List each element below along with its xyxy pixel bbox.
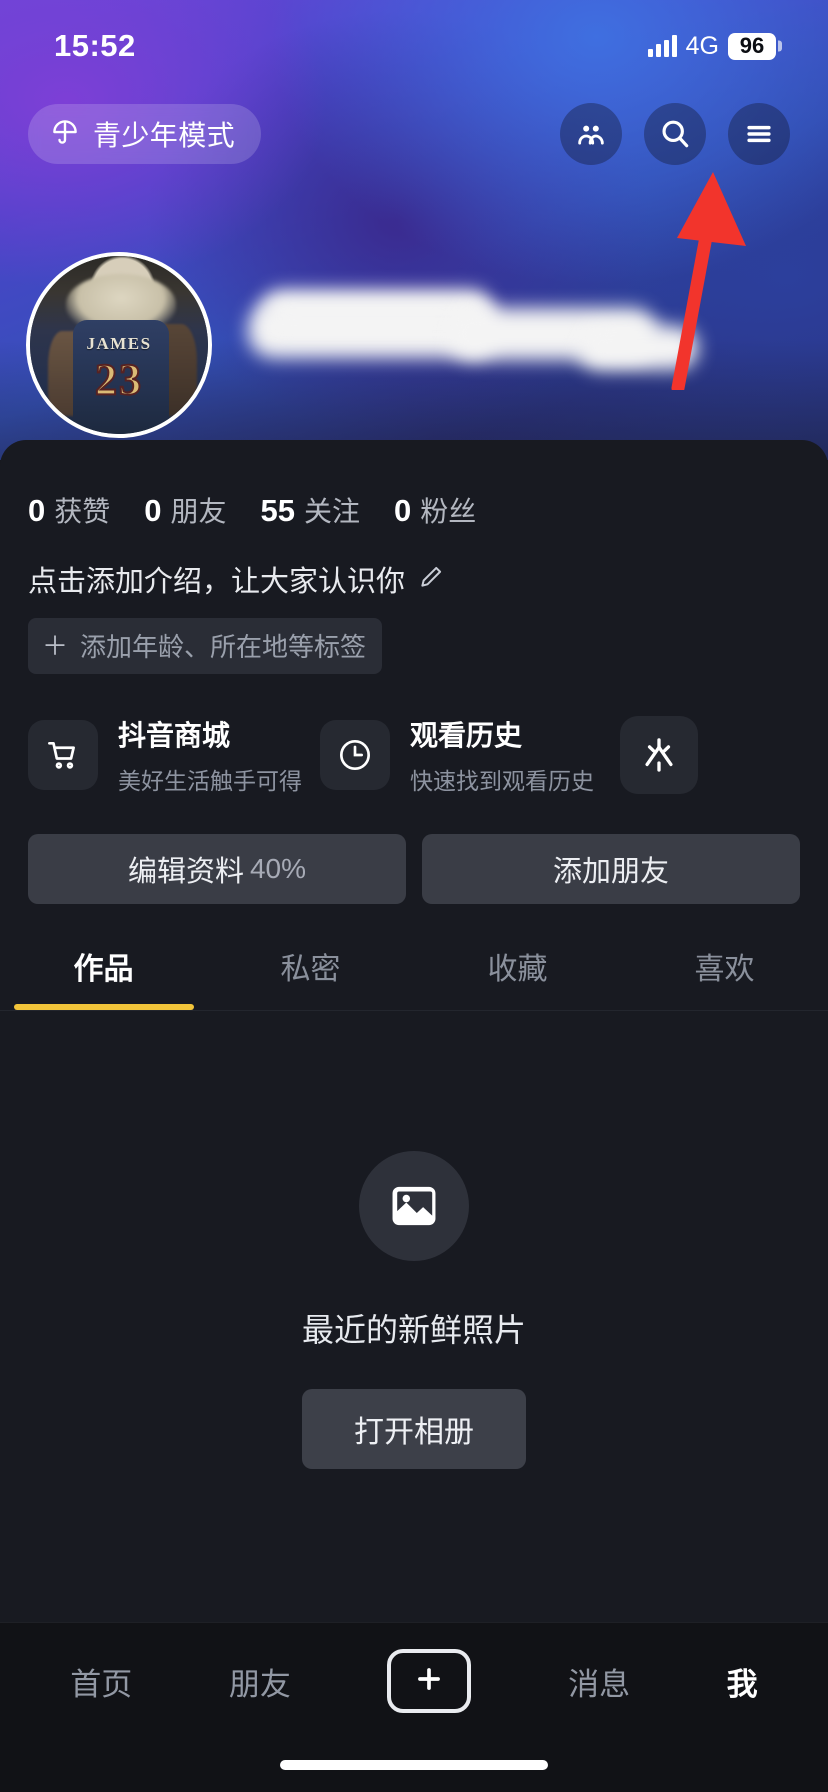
battery-icon: 96 (728, 32, 776, 60)
empty-state-title: 最近的新鲜照片 (301, 1312, 526, 1348)
nav-item-profile[interactable]: 我 (727, 1659, 758, 1704)
content-tabs: 作品 私密 收藏 喜欢 (0, 904, 828, 1011)
profile-action-buttons: 编辑资料 40% 添加朋友 (0, 796, 828, 904)
umbrella-icon (50, 117, 80, 152)
tab-works[interactable]: 作品 (0, 944, 207, 1010)
add-tags-label: 添加年龄、所在地等标签 (80, 632, 367, 662)
edit-profile-percent: 40% (249, 853, 307, 884)
stat-label: 关注 (304, 496, 361, 527)
shortcut-subtitle: 美好生活触手可得 (118, 768, 302, 794)
shortcut-card-texts: 观看历史 快速找到观看历史 (410, 714, 594, 796)
shortcut-title: 观看历史 (410, 720, 523, 751)
header-actions (560, 103, 790, 165)
pencil-icon[interactable] (417, 563, 445, 596)
add-friend-button[interactable]: 添加朋友 (422, 834, 800, 904)
teen-mode-button[interactable]: 青少年模式 (28, 104, 262, 164)
shortcut-title: 抖音商城 (118, 720, 231, 751)
stat-value: 55 (260, 493, 296, 528)
stat-value: 0 (144, 493, 162, 528)
stat-value: 0 (28, 493, 46, 528)
tab-label: 收藏 (487, 953, 548, 986)
tab-label: 私密 (280, 953, 341, 986)
stat-label: 粉丝 (420, 496, 477, 527)
empty-state: 最近的新鲜照片 打开相册 (0, 1011, 828, 1469)
nickname-redacted (248, 280, 698, 398)
douyin-spark-icon (620, 716, 698, 794)
tab-private[interactable]: 私密 (207, 944, 414, 1010)
menu-icon[interactable] (728, 103, 790, 165)
shortcut-card-partial[interactable] (620, 714, 698, 796)
edit-profile-label: 编辑资料 (127, 856, 244, 888)
friends-icon[interactable] (560, 103, 622, 165)
shortcut-subtitle: 快速找到观看历史 (410, 768, 594, 794)
signal-bars-icon (647, 35, 677, 57)
tab-label: 作品 (73, 953, 134, 986)
app-root: JAMES 23 15:52 4G 96 青少年模式 0 获赞 0 朋友 55 … (0, 0, 828, 1792)
add-tags-chip[interactable]: ＋ 添加年龄、所在地等标签 (28, 618, 383, 674)
nav-item-friends[interactable]: 朋友 (229, 1659, 291, 1704)
teen-mode-label: 青少年模式 (93, 120, 236, 151)
home-indicator[interactable] (280, 1760, 548, 1770)
tab-likes[interactable]: 喜欢 (621, 944, 828, 1010)
tab-label: 喜欢 (694, 953, 755, 986)
status-bar-indicators: 4G 96 (647, 31, 776, 61)
avatar-image: JAMES 23 (30, 256, 208, 434)
tab-favorites[interactable]: 收藏 (414, 944, 621, 1010)
tag-row: ＋ 添加年龄、所在地等标签 (0, 600, 828, 674)
shortcut-card-history[interactable]: 观看历史 快速找到观看历史 (320, 714, 594, 796)
plus-icon (412, 1662, 446, 1701)
bio-row[interactable]: 点击添加介绍，让大家认识你 (0, 530, 828, 600)
profile-stats-row: 0 获赞 0 朋友 55 关注 0 粉丝 (0, 440, 828, 530)
stat-likes[interactable]: 0 获赞 (28, 490, 110, 530)
nav-item-messages[interactable]: 消息 (568, 1659, 630, 1704)
network-type-label: 4G (685, 31, 719, 60)
stat-friends[interactable]: 0 朋友 (144, 490, 226, 530)
stat-label: 朋友 (170, 496, 227, 527)
shortcut-card-mall[interactable]: 抖音商城 美好生活触手可得 (28, 714, 302, 796)
status-bar-time: 15:52 (54, 28, 136, 63)
edit-profile-button[interactable]: 编辑资料 40% (28, 834, 406, 904)
avatar-jersey-name: JAMES (86, 334, 152, 354)
bottom-nav-items: 首页 朋友 消息 我 (0, 1623, 828, 1713)
bio-placeholder-text: 点击添加介绍，让大家认识你 (28, 566, 406, 598)
nav-item-home[interactable]: 首页 (70, 1659, 132, 1704)
stat-following[interactable]: 55 关注 (261, 490, 361, 530)
status-bar: 15:52 4G 96 (0, 0, 828, 92)
annotation-arrow-icon (630, 160, 770, 395)
avatar[interactable]: JAMES 23 (26, 252, 212, 438)
shortcut-cards-row: 抖音商城 美好生活触手可得 观看历史 快速找到观看历史 (0, 674, 828, 796)
search-icon[interactable] (644, 103, 706, 165)
nav-item-create[interactable] (387, 1649, 472, 1713)
avatar-jersey-number: 23 (94, 354, 143, 405)
add-friend-label: 添加朋友 (552, 856, 669, 888)
stat-followers[interactable]: 0 粉丝 (394, 490, 476, 530)
profile-content-sheet: 0 获赞 0 朋友 55 关注 0 粉丝 点击添加介绍，让大家认识你 ＋ 添加年… (0, 440, 828, 1792)
clock-icon (320, 720, 390, 790)
image-placeholder-icon (359, 1151, 469, 1261)
open-album-button[interactable]: 打开相册 (302, 1389, 526, 1469)
stat-value: 0 (394, 493, 412, 528)
plus-icon: ＋ (42, 630, 69, 661)
bottom-navigation-bar: 首页 朋友 消息 我 (0, 1622, 828, 1792)
shopping-cart-icon (28, 720, 98, 790)
shortcut-card-texts: 抖音商城 美好生活触手可得 (118, 714, 302, 796)
stat-label: 获赞 (54, 496, 111, 527)
